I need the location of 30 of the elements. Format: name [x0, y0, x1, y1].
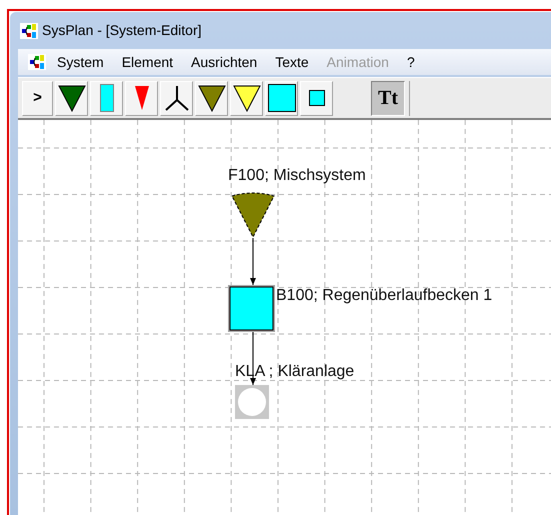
- menu-item[interactable]: ?: [400, 52, 422, 72]
- menu-item[interactable]: Ausrichten: [184, 52, 264, 72]
- outlet-node: [235, 385, 269, 419]
- window-title: SysPlan - [System-Editor]: [42, 21, 202, 40]
- tool-button[interactable]: [265, 80, 298, 116]
- triangle-icon: [58, 84, 86, 112]
- tool-button[interactable]: [230, 80, 263, 116]
- connector-arrow: [249, 238, 257, 285]
- square-icon: [268, 84, 296, 112]
- menu-item[interactable]: Texte: [268, 52, 316, 72]
- triangle-icon: [198, 84, 226, 112]
- tool-button[interactable]: [160, 80, 193, 116]
- text-tool-button[interactable]: Tt: [371, 80, 405, 116]
- node-label: B100; Regenüberlaufbecken 1: [276, 287, 492, 305]
- pointer-tool-button[interactable]: >: [22, 80, 53, 116]
- funnel-node: [230, 192, 276, 238]
- tool-button[interactable]: [300, 80, 333, 116]
- bar-icon: [100, 84, 114, 112]
- node-label: F100; Mischsystem: [228, 167, 366, 185]
- tool-button[interactable]: [55, 80, 88, 116]
- tool-button[interactable]: [195, 80, 228, 116]
- tank-node: [228, 285, 275, 332]
- menu-item[interactable]: System: [50, 52, 111, 72]
- square-icon: [308, 90, 324, 106]
- menu-item[interactable]: Element: [114, 52, 180, 72]
- splitter-icon: [162, 84, 190, 112]
- app-icon: [20, 22, 38, 38]
- triangle-icon: [232, 84, 260, 112]
- app-icon: [28, 54, 46, 70]
- triangle-icon: [134, 85, 150, 111]
